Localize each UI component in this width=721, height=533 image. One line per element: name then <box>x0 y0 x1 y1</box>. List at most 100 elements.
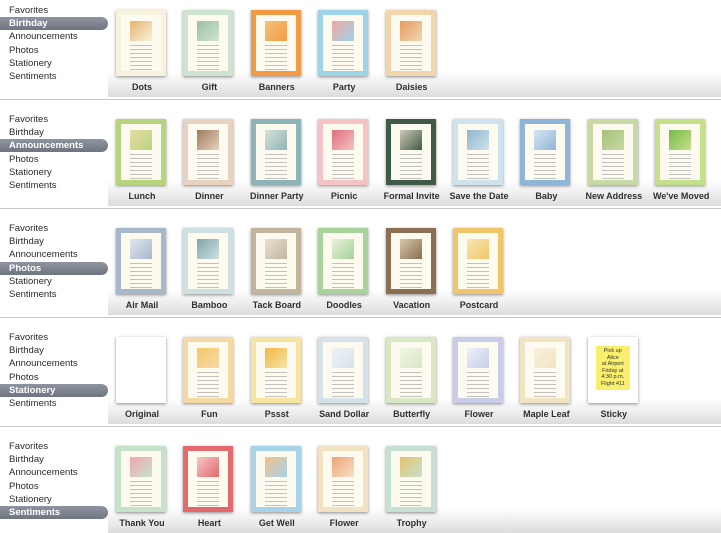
thumbnail-photo <box>467 348 489 368</box>
template-original[interactable]: Original <box>108 337 176 423</box>
thumbnail-text-lines <box>534 372 557 398</box>
category-stationery[interactable]: Stationery <box>0 57 108 70</box>
template-strip: Original Fun Pssst Sand Dollar Butterfly Flow… <box>108 331 721 424</box>
category-favorites[interactable]: Favorites <box>0 331 108 344</box>
category-photos[interactable]: Photos <box>0 480 108 493</box>
category-photos[interactable]: Photos <box>0 153 108 166</box>
template-trophy[interactable]: Trophy <box>378 446 446 532</box>
template-fun[interactable]: Fun <box>175 337 243 423</box>
category-favorites[interactable]: Favorites <box>0 222 108 235</box>
thumbnail-photo <box>332 457 355 477</box>
category-announcements[interactable]: Announcements <box>0 357 108 370</box>
template-air-mail[interactable]: Air Mail <box>108 228 176 314</box>
thumbnail-page <box>323 342 364 398</box>
category-sentiments[interactable]: Sentiments <box>0 397 108 410</box>
template-daisies[interactable]: Daisies <box>378 10 446 96</box>
template-label: Fun <box>201 409 218 419</box>
category-sentiments[interactable]: Sentiments <box>0 179 108 192</box>
template-pssst[interactable]: Pssst <box>243 337 311 423</box>
template-sand-dollar[interactable]: Sand Dollar <box>310 337 378 423</box>
template-label: Gift <box>201 82 218 92</box>
category-sentiments[interactable]: Sentiments <box>0 288 108 301</box>
template-flower[interactable]: Flower <box>445 337 513 423</box>
category-stationery[interactable]: Stationery <box>0 275 108 288</box>
thumbnail-photo <box>332 130 355 150</box>
template-we-ve-moved[interactable]: We've Moved <box>647 119 715 205</box>
template-tack-board[interactable]: Tack Board <box>243 228 311 314</box>
template-thumbnail <box>116 228 166 294</box>
thumbnail-text-lines <box>264 263 287 289</box>
template-label: We've Moved <box>652 191 710 201</box>
category-photos[interactable]: Photos <box>0 44 108 57</box>
category-sentiments[interactable]: Sentiments <box>0 505 108 519</box>
template-thumbnail <box>250 119 301 185</box>
category-announcements[interactable]: Announcements <box>0 248 108 261</box>
thumbnail-text-lines <box>332 481 355 507</box>
template-party[interactable]: Party <box>310 10 378 96</box>
template-banners[interactable]: Banners <box>243 10 311 96</box>
template-baby[interactable]: Baby <box>512 119 580 205</box>
template-postcard[interactable]: Postcard <box>445 228 513 314</box>
category-photos[interactable]: Photos <box>0 371 108 384</box>
template-vacation[interactable]: Vacation <box>378 228 446 314</box>
category-favorites[interactable]: Favorites <box>0 4 108 17</box>
thumbnail-page <box>255 451 296 507</box>
template-formal-invite[interactable]: Formal Invite <box>378 119 446 205</box>
template-dinner-party[interactable]: Dinner Party <box>243 119 311 205</box>
template-flower[interactable]: Flower <box>310 446 378 532</box>
template-label: Formal Invite <box>383 191 440 201</box>
template-get-well[interactable]: Get Well <box>243 446 311 532</box>
category-stationery[interactable]: Stationery <box>0 493 108 506</box>
template-save-the-date[interactable]: Save the Date <box>445 119 513 205</box>
category-birthday[interactable]: Birthday <box>0 235 108 248</box>
template-thumbnail <box>183 119 234 185</box>
thumbnail-photo <box>197 130 220 150</box>
template-maple-leaf[interactable]: Maple Leaf <box>512 337 580 423</box>
category-announcements[interactable]: Announcements <box>0 30 108 43</box>
thumbnail-text-lines <box>399 372 422 398</box>
thumbnail-text-lines <box>601 154 624 180</box>
template-thumbnail <box>655 119 706 185</box>
thumbnail-photo <box>601 130 624 150</box>
category-birthday[interactable]: Birthday <box>0 344 108 357</box>
template-doodles[interactable]: Doodles <box>310 228 378 314</box>
thumbnail-page <box>390 233 431 289</box>
category-favorites[interactable]: Favorites <box>0 113 108 126</box>
category-list: Favorites Birthday Announcements Photos Stat… <box>0 222 108 301</box>
thumbnail-text-lines <box>264 481 287 507</box>
category-birthday[interactable]: Birthday <box>0 453 108 466</box>
template-heart[interactable]: Heart <box>175 446 243 532</box>
thumbnail-text-lines <box>130 45 152 71</box>
category-birthday[interactable]: Birthday <box>0 17 108 31</box>
template-thumbnail <box>250 337 301 403</box>
template-label: Trophy <box>396 518 427 528</box>
template-new-address[interactable]: New Address <box>580 119 648 205</box>
template-row: Favorites Birthday Announcements Photos Stat… <box>0 331 721 424</box>
template-thank-you[interactable]: Thank You <box>108 446 176 532</box>
thumbnail-text-lines <box>467 263 489 289</box>
category-photos[interactable]: Photos <box>0 261 108 275</box>
template-lunch[interactable]: Lunch <box>108 119 176 205</box>
category-stationery[interactable]: Stationery <box>0 166 108 179</box>
category-birthday[interactable]: Birthday <box>0 126 108 139</box>
template-sticky[interactable]: Pick up Alice at Airport Friday at 4:30 p.m… <box>580 337 648 423</box>
template-label: Daisies <box>395 82 428 92</box>
template-bamboo[interactable]: Bamboo <box>175 228 243 314</box>
template-gift[interactable]: Gift <box>175 10 243 96</box>
template-dots[interactable]: Dots <box>108 10 176 96</box>
thumbnail-photo <box>399 239 422 259</box>
template-picnic[interactable]: Picnic <box>310 119 378 205</box>
category-announcements[interactable]: Announcements <box>0 139 108 153</box>
template-thumbnail <box>520 337 571 403</box>
thumbnail-photo <box>197 457 220 477</box>
category-sentiments[interactable]: Sentiments <box>0 70 108 83</box>
template-thumbnail <box>318 446 369 512</box>
template-thumbnail <box>250 446 301 512</box>
template-dinner[interactable]: Dinner <box>175 119 243 205</box>
template-butterfly[interactable]: Butterfly <box>378 337 446 423</box>
thumbnail-page <box>188 342 229 398</box>
thumbnail-text-lines <box>332 263 355 289</box>
category-favorites[interactable]: Favorites <box>0 440 108 453</box>
category-announcements[interactable]: Announcements <box>0 466 108 479</box>
category-stationery[interactable]: Stationery <box>0 383 108 397</box>
